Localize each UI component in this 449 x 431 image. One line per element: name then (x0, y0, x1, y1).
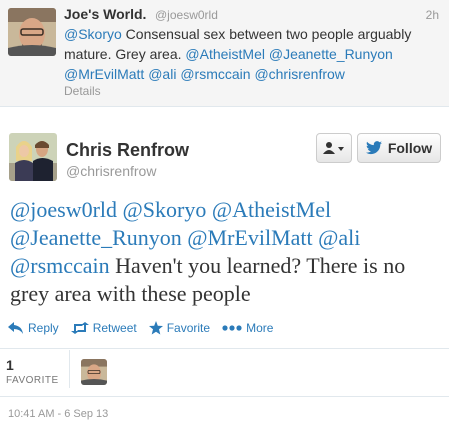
main-author-handle[interactable]: @chrisrenfrow (66, 163, 156, 179)
mention-link[interactable]: @AtheistMel (212, 197, 331, 222)
favoriter-avatar[interactable] (81, 359, 107, 385)
tweet-timestamp[interactable]: 10:41 AM - 6 Sep 13 (8, 408, 108, 420)
stats-top-divider (0, 348, 449, 349)
mention-link[interactable]: @joesw0rld (10, 197, 117, 222)
retweet-icon (70, 322, 89, 334)
mention-link[interactable]: @Skoryo (123, 197, 207, 222)
mention-link[interactable]: @MrEvilMatt (187, 225, 312, 250)
parent-author-name[interactable]: Joe's World. (64, 6, 146, 22)
follow-button[interactable]: Follow (357, 133, 441, 163)
more-label: More (246, 321, 274, 335)
stats-bottom-divider (0, 396, 449, 397)
favorite-count-label[interactable]: FAVORITE (6, 375, 59, 386)
parent-tweet[interactable]: Joe's World. @joesw0rld 2h @Skoryo Conse… (0, 0, 449, 107)
mention-link[interactable]: @AtheistMel (185, 46, 265, 62)
more-dots-icon (222, 325, 242, 331)
mention-link[interactable]: @Jeanette_Runyon (269, 46, 393, 62)
mention-link[interactable]: @rsmccain (10, 253, 110, 278)
parent-author-avatar[interactable] (8, 8, 56, 56)
tweet-actions: Reply Retweet Favorite More (8, 318, 273, 338)
main-author-name[interactable]: Chris Renfrow (66, 140, 189, 161)
main-author-avatar[interactable] (9, 133, 57, 181)
mention-link[interactable]: @ali (148, 66, 176, 82)
favorite-action[interactable]: Favorite (148, 321, 211, 335)
mention-link[interactable]: @rsmccain (180, 66, 250, 82)
favorite-label: Favorite (166, 321, 211, 335)
user-actions-button[interactable] (316, 133, 352, 163)
parent-tweet-time[interactable]: 2h (426, 8, 439, 22)
parent-tweet-text: @Skoryo Consensual sex between two peopl… (64, 24, 434, 84)
mention-link[interactable]: @MrEvilMatt (64, 66, 144, 82)
stats-separator (69, 350, 70, 388)
details-link[interactable]: Details (64, 84, 101, 98)
parent-author-handle[interactable]: @joesw0rld (155, 8, 218, 22)
follow-label: Follow (387, 140, 433, 156)
more-action[interactable]: More (222, 321, 273, 335)
reply-action[interactable]: Reply (8, 321, 59, 335)
reply-icon (8, 322, 23, 334)
favorite-count[interactable]: 1 (6, 357, 14, 373)
star-icon (148, 321, 163, 335)
main-tweet-text: @joesw0rld @Skoryo @AtheistMel @Jeanette… (10, 196, 440, 308)
reply-label: Reply (28, 321, 59, 335)
mention-link[interactable]: @ali (318, 225, 360, 250)
mention-link[interactable]: @Skoryo (64, 26, 122, 42)
mention-link[interactable]: @chrisrenfrow (254, 66, 344, 82)
twitter-bird-icon (365, 141, 382, 155)
retweet-action[interactable]: Retweet (70, 321, 137, 335)
retweet-label: Retweet (92, 321, 137, 335)
mention-link[interactable]: @Jeanette_Runyon (10, 225, 182, 250)
user-dropdown-icon (323, 142, 344, 154)
